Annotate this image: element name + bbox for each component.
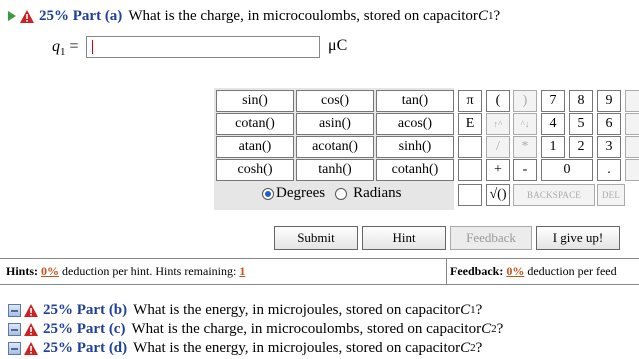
rparen-key[interactable]: ) [513, 90, 537, 112]
blank-key-3 [458, 184, 482, 206]
answer-input[interactable] [86, 36, 320, 58]
key-2[interactable]: 2 [569, 136, 593, 158]
feedback-text: deduction per feed [524, 264, 617, 278]
overflow-key [625, 90, 639, 112]
part-c-var: C [481, 320, 492, 337]
superscript-key[interactable]: ↑^ [486, 113, 510, 135]
warning-icon [24, 322, 38, 336]
function-key-tan[interactable]: tan() [376, 90, 454, 112]
e-key[interactable]: E [458, 113, 482, 135]
warning-icon [24, 303, 38, 317]
function-key-cotan[interactable]: cotan() [216, 113, 294, 135]
function-key-sin[interactable]: sin() [216, 90, 294, 112]
part-b-end: ? [475, 301, 483, 318]
give-up-button[interactable]: I give up! [536, 226, 620, 250]
hints-divider [446, 258, 447, 285]
angle-mode: Degrees Radians [262, 185, 401, 202]
expand-icon[interactable] [8, 322, 21, 336]
hints-text: deduction per hint. Hints remaining: [59, 264, 240, 278]
function-key-asin[interactable]: asin() [296, 113, 374, 135]
feedback-button[interactable]: Feedback [450, 226, 532, 250]
part-a-end: ? [493, 7, 501, 24]
part-c-percent: 25% Part (c) [43, 320, 126, 337]
function-key-cos[interactable]: cos() [296, 90, 374, 112]
blank-key-2 [458, 159, 482, 181]
subscript-key[interactable]: ^↓ [513, 113, 537, 135]
delete-key[interactable]: DEL [597, 184, 625, 206]
key-3[interactable]: 3 [597, 136, 621, 158]
function-key-sinh[interactable]: sinh() [376, 136, 454, 158]
hints-pct: 0% [41, 264, 60, 278]
warning-icon [24, 341, 38, 355]
minus-key[interactable]: - [513, 159, 537, 181]
divide-key[interactable]: / [486, 136, 510, 158]
hints-remaining: 1 [239, 264, 246, 278]
part-b-var: C [460, 301, 471, 318]
plus-key[interactable]: + [486, 159, 510, 181]
part-d-percent: 25% Part (d) [43, 339, 128, 356]
sqrt-key[interactable]: √() [486, 184, 510, 206]
key-4[interactable]: 4 [541, 113, 565, 135]
hints-label: Hints: [6, 264, 39, 278]
radians-label: Radians [353, 185, 402, 201]
part-d-var: C [460, 339, 471, 356]
feedback-info: Feedback: 0% deduction per feed [450, 264, 639, 279]
text-cursor [92, 40, 93, 54]
part-a-var: C [477, 7, 488, 24]
part-a-question: What is the charge, in microcoulombs, st… [128, 7, 478, 24]
feedback-label: Feedback: [450, 264, 504, 278]
radians-radio[interactable] [335, 187, 348, 200]
answer-label: q1 = [52, 38, 79, 59]
blank-key [458, 136, 482, 158]
key-0[interactable]: 0 [541, 159, 593, 181]
part-a-percent: 25% Part (a) [39, 7, 123, 24]
function-key-cosh[interactable]: cosh() [216, 159, 294, 181]
hints-info: Hints: 0% deduction per hint. Hints rema… [6, 264, 245, 279]
degrees-radio[interactable] [262, 187, 274, 200]
expand-icon[interactable] [8, 303, 21, 317]
part-b-question: What is the energy, in microjoules, stor… [133, 301, 461, 318]
part-d-header[interactable]: 25% Part (d) What is the energy, in micr… [0, 338, 482, 358]
part-c-header[interactable]: 25% Part (c) What is the charge, in micr… [0, 319, 503, 339]
key-9[interactable]: 9 [597, 90, 621, 112]
part-c-end: ? [496, 320, 504, 337]
part-d-question: What is the energy, in microjoules, stor… [133, 339, 461, 356]
submit-button[interactable]: Submit [274, 226, 358, 250]
backspace-key[interactable]: BACKSPACE [513, 184, 595, 206]
overflow-key-2 [625, 113, 639, 135]
decimal-key[interactable]: . [597, 159, 621, 181]
part-b-header[interactable]: 25% Part (b) What is the energy, in micr… [0, 300, 482, 320]
lparen-key[interactable]: ( [486, 90, 510, 112]
hint-button[interactable]: Hint [362, 226, 446, 250]
function-key-acotan[interactable]: acotan() [296, 136, 374, 158]
function-key-cotanh[interactable]: cotanh() [376, 159, 454, 181]
part-b-percent: 25% Part (b) [43, 301, 128, 318]
function-key-acos[interactable]: acos() [376, 113, 454, 135]
expand-icon[interactable] [8, 341, 21, 355]
key-5[interactable]: 5 [569, 113, 593, 135]
key-6[interactable]: 6 [597, 113, 621, 135]
overflow-key-4 [625, 159, 639, 181]
feedback-pct: 0% [506, 264, 525, 278]
part-d-end: ? [475, 339, 483, 356]
key-1[interactable]: 1 [541, 136, 565, 158]
overflow-key-3 [625, 136, 639, 158]
function-key-tanh[interactable]: tanh() [296, 159, 374, 181]
degrees-label: Degrees [276, 185, 326, 201]
part-a-header: 25% Part (a) What is the charge, in micr… [0, 6, 500, 26]
part-c-question: What is the charge, in microcoulombs, st… [131, 320, 482, 337]
function-key-atan[interactable]: atan() [216, 136, 294, 158]
multiply-key[interactable]: * [513, 136, 537, 158]
answer-unit: μC [328, 37, 348, 54]
pi-key[interactable]: π [458, 90, 482, 112]
warning-icon [20, 9, 34, 23]
expand-arrow-icon[interactable] [8, 11, 16, 21]
key-8[interactable]: 8 [569, 90, 593, 112]
key-7[interactable]: 7 [541, 90, 565, 112]
